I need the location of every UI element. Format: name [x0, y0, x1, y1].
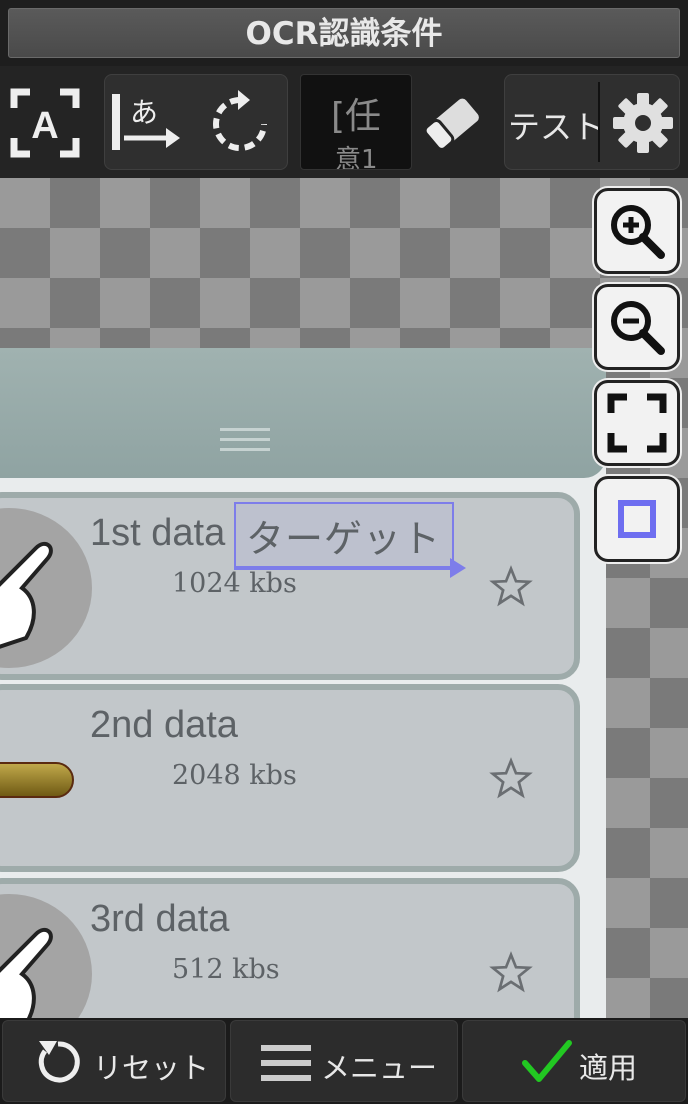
bottom-bar: リセット メニュー 適用 — [0, 1018, 688, 1104]
captured-app-window: 1st data 1024 kbs 2nd data 2048 kbs 3rd … — [0, 348, 606, 1018]
hand-thumbnail — [0, 894, 92, 1018]
reset-button[interactable]: リセット — [2, 1020, 226, 1102]
zoom-in-button[interactable] — [594, 188, 680, 274]
drag-handle-icon — [220, 428, 270, 451]
selection-mode-button[interactable] — [594, 476, 680, 562]
char-filter-box[interactable]: [任 意1 — [300, 74, 412, 170]
star-icon[interactable] — [488, 564, 534, 610]
eraser-icon[interactable] — [420, 88, 484, 158]
char-filter-line2: 意1 — [335, 145, 378, 170]
zoom-in-icon — [611, 205, 665, 259]
star-icon[interactable] — [488, 950, 534, 996]
fit-screen-button[interactable] — [594, 380, 680, 466]
fullscreen-icon — [607, 393, 667, 453]
list-item[interactable]: 3rd data 512 kbs — [0, 878, 580, 1018]
reading-direction-arrow-icon — [234, 558, 466, 578]
list-item[interactable]: 2nd data 2048 kbs — [0, 684, 580, 872]
test-button[interactable]: テスト — [508, 102, 604, 148]
zoom-out-button[interactable] — [594, 284, 680, 370]
text-direction-icon[interactable]: あ — [110, 88, 186, 158]
check-icon — [522, 1040, 572, 1082]
app-header — [0, 348, 606, 478]
item-size: 512 kbs — [172, 954, 280, 985]
apply-button[interactable]: 適用 — [462, 1020, 686, 1102]
toolbar: A あ [任 意1 テスト — [0, 66, 688, 178]
toolbar-divider — [598, 82, 600, 162]
rotate-icon[interactable] — [208, 88, 272, 158]
char-filter-line1: [任 — [331, 96, 382, 137]
bar-thumbnail — [0, 762, 74, 798]
svg-text:A: A — [31, 105, 58, 147]
svg-text:あ: あ — [130, 96, 158, 129]
item-title: 3rd data — [90, 898, 230, 940]
ocr-text-icon[interactable]: A — [10, 88, 80, 158]
menu-icon — [261, 1045, 311, 1081]
item-title: 2nd data — [90, 704, 238, 746]
zoom-out-icon — [611, 301, 665, 355]
reset-label: リセット — [93, 1051, 210, 1085]
item-size: 2048 kbs — [172, 760, 297, 791]
preview-canvas[interactable]: 1st data 1024 kbs 2nd data 2048 kbs 3rd … — [0, 178, 688, 1018]
reset-icon — [38, 1041, 80, 1083]
star-icon[interactable] — [488, 756, 534, 802]
hand-thumbnail — [0, 508, 92, 668]
apply-label: 適用 — [579, 1051, 638, 1085]
menu-label: メニュー — [321, 1051, 438, 1085]
title-bar: OCR認識条件 — [0, 0, 688, 66]
gear-icon[interactable] — [610, 88, 676, 158]
window-title: OCR認識条件 — [8, 8, 680, 58]
ocr-target-text: ターゲット — [246, 517, 442, 561]
square-selection-icon — [618, 500, 656, 538]
menu-button[interactable]: メニュー — [230, 1020, 458, 1102]
item-title: 1st data — [90, 512, 226, 554]
